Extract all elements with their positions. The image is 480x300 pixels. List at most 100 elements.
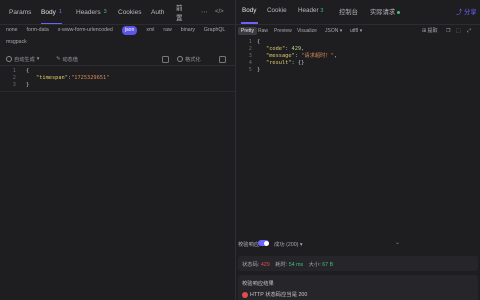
tab-label: 前置 <box>176 5 183 22</box>
code-brace: } <box>26 82 30 88</box>
tab-body[interactable]: Body 1 <box>41 0 62 24</box>
code-brace: { <box>26 68 30 74</box>
tab-label: Params <box>9 8 32 16</box>
body-type-msgpack[interactable]: msgpack <box>6 38 27 47</box>
time-label: 耗时: <box>275 262 288 268</box>
line-number: 1 <box>248 39 252 45</box>
copy-icon[interactable]: ❐ <box>446 27 450 35</box>
json-key: "code" <box>266 46 286 52</box>
editor-divider <box>0 91 235 92</box>
code-line: "timespan":"1725329651" <box>36 75 109 82</box>
code-line: "result": {} <box>266 60 305 66</box>
body-type-json[interactable]: json <box>121 26 138 35</box>
view-preview[interactable]: Preview <box>274 27 292 35</box>
dynamic-value-label: 动态值 <box>62 56 78 63</box>
extract-label: 提取 <box>427 28 438 34</box>
json-key: "message" <box>266 53 295 59</box>
share-button[interactable]: ⤴ 分享 <box>456 7 477 16</box>
tab-cookies[interactable]: Cookies <box>118 0 141 24</box>
code-brace: { <box>257 39 261 45</box>
chevron-down-icon: ▾ <box>359 28 363 34</box>
more-dots-icon[interactable]: ⋯ <box>201 0 208 24</box>
encoding-select[interactable]: utf8 ▾ <box>350 27 362 35</box>
tab-auth[interactable]: Auth <box>151 0 164 24</box>
json-value: "1725329651" <box>71 75 110 81</box>
body-type-none[interactable]: none <box>6 26 18 35</box>
view-raw[interactable]: Raw <box>258 27 268 35</box>
tabs-divider <box>236 24 480 25</box>
status-bar: 状态码: 429 耗时: 54 ms 大小: 67 B <box>238 256 478 271</box>
line-number: 3 <box>248 53 252 59</box>
tab-response-body[interactable]: Body <box>242 7 256 14</box>
line-number: 2 <box>12 75 16 81</box>
json-value: "请求超时！" <box>301 53 334 59</box>
validate-toggle[interactable] <box>258 240 269 246</box>
save-icon[interactable]: ⬚ <box>456 27 461 35</box>
body-type-xml[interactable]: xml <box>146 26 154 35</box>
body-type-raw[interactable]: raw <box>163 26 171 35</box>
chevron-down-icon[interactable]: ⌄ <box>395 239 400 246</box>
magic-wand-icon: ✎ <box>56 56 61 62</box>
auto-generate-label: 自动生成 <box>14 56 35 63</box>
validation-title: 校验响应结果 <box>242 281 274 287</box>
body-type-selector: none form-data x-www-form-urlencoded jso… <box>6 26 232 47</box>
status-line: 状态码: 429 耗时: 54 ms 大小: 67 B <box>242 260 333 268</box>
tab-console[interactable]: 控制台 <box>339 7 358 16</box>
format-label: 格式化 <box>185 56 201 63</box>
code-brackets-icon[interactable]: </> <box>215 0 224 24</box>
line-number: 5 <box>248 67 252 73</box>
tab-actual-request[interactable]: 实际请求 <box>370 7 401 16</box>
extract-button[interactable]: ⊞ 提取 <box>422 27 438 35</box>
copy-icon[interactable] <box>162 54 171 64</box>
chevron-down-icon: ▾ <box>339 28 343 34</box>
validation-results-panel: 校验响应结果 HTTP 状态码应当是 200 <box>238 275 478 300</box>
tab-response-cookie[interactable]: Cookie <box>267 7 287 14</box>
tab-badge: 1 <box>58 9 62 15</box>
tab-label: 实际请求 <box>370 9 396 16</box>
tab-badge: 3 <box>320 8 324 14</box>
tabs-divider <box>0 24 235 25</box>
status-code-label: 状态码: <box>242 262 260 268</box>
tab-label: Header <box>298 7 319 14</box>
view-pretty[interactable]: Pretty <box>238 27 258 35</box>
chevron-down-icon: ▾ <box>299 242 303 248</box>
format-select[interactable]: JSON ▾ <box>325 27 342 35</box>
tab-response-header[interactable]: Header 3 <box>298 7 323 14</box>
json-value: {} <box>297 60 305 66</box>
expand-icon[interactable]: ⤢ <box>467 27 471 35</box>
chevron-down-icon: ▾ <box>36 56 40 62</box>
share-label: 分享 <box>464 9 477 16</box>
line-number: 1 <box>12 68 16 74</box>
share-icon: ⤴ <box>456 9 463 16</box>
tab-params[interactable]: Params <box>9 0 31 24</box>
error-icon <box>242 291 248 298</box>
tab-label: Headers <box>76 8 101 16</box>
tab-headers[interactable]: Headers 3 <box>76 0 107 24</box>
line-number: 2 <box>248 46 252 52</box>
status-dot-icon <box>397 10 401 14</box>
size-label: 大小: <box>308 262 321 268</box>
line-number: 4 <box>248 60 252 66</box>
tab-pre[interactable]: 前置 <box>176 0 183 24</box>
auto-generate-icon <box>6 56 12 62</box>
json-key: "result" <box>266 60 292 66</box>
view-visualize[interactable]: Visualize <box>297 27 317 35</box>
body-type-graphql[interactable]: GraphQL <box>204 26 225 35</box>
format-button[interactable]: 格式化 <box>177 54 201 64</box>
extract-icon: ⊞ <box>422 28 427 34</box>
format-icon <box>177 56 183 62</box>
validation-item: HTTP 状态码应当是 200 <box>242 290 307 298</box>
line-number: 3 <box>12 82 16 88</box>
body-type-form-data[interactable]: form-data <box>27 26 49 35</box>
dynamic-value-button[interactable]: ✎ 动态值 <box>56 54 78 64</box>
expand-icon[interactable] <box>219 54 228 64</box>
auto-generate-button[interactable]: 自动生成 ▾ <box>6 54 39 64</box>
format-select-value: JSON <box>325 28 339 34</box>
json-value: 429 <box>291 46 302 52</box>
body-type-binary[interactable]: binary <box>181 26 195 35</box>
toolbar-divider <box>0 65 235 66</box>
validate-result[interactable]: 成功 (200) ▾ <box>274 240 303 248</box>
size-value: 67 B <box>322 262 334 268</box>
time-value: 54 ms <box>288 262 304 268</box>
body-type-urlencoded[interactable]: x-www-form-urlencoded <box>58 26 113 35</box>
